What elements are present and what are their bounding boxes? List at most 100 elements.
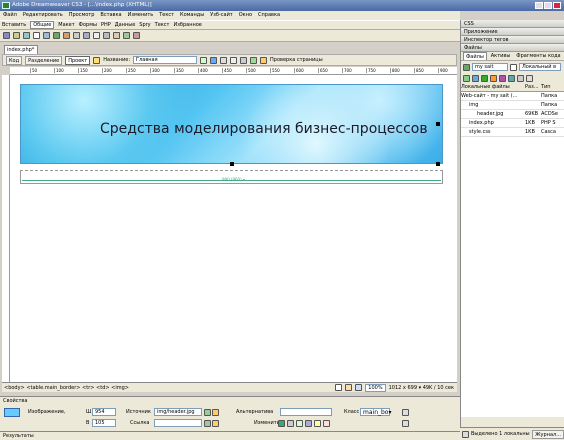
server-include-icon[interactable]	[83, 32, 90, 39]
check-page-button[interactable]: Проверка страницы	[270, 57, 323, 63]
link-point-icon[interactable]	[204, 420, 211, 427]
table-icon[interactable]	[33, 32, 40, 39]
site-dropdown-icon[interactable]	[510, 63, 517, 71]
panel-files[interactable]: Файлы	[461, 44, 564, 52]
anchor-icon[interactable]	[23, 32, 30, 39]
tab-assets[interactable]: Активы	[489, 52, 513, 60]
panel-application[interactable]: Приложение	[461, 28, 564, 36]
menu-modify[interactable]: Изменить	[128, 11, 154, 20]
tab-data[interactable]: Данные	[115, 22, 136, 28]
image-id-input[interactable]	[4, 420, 54, 428]
tab-forms[interactable]: Формы	[79, 22, 97, 28]
file-row[interactable]: index.php 1KB PHP S	[461, 119, 564, 128]
hyperlink-icon[interactable]	[3, 32, 10, 39]
col-local-files[interactable]: Локальные файлы	[461, 83, 525, 91]
menu-text[interactable]: Текст	[159, 11, 174, 20]
synchronize-icon[interactable]	[517, 74, 524, 82]
tag-chooser-icon[interactable]	[133, 32, 140, 39]
window-size-info[interactable]: 1012 x 699 ▾ 49K / 10 сек	[389, 385, 457, 391]
resize-handle-bottom[interactable]	[230, 162, 234, 166]
tag-selector[interactable]: <body> <table.main_border> <tr> <td> <im…	[4, 385, 332, 391]
zoom-tool-icon[interactable]	[355, 384, 363, 391]
link-input[interactable]	[154, 419, 202, 427]
table-width-label[interactable]: 990 (960) ▾	[222, 177, 245, 182]
script-icon[interactable]	[113, 32, 120, 39]
head-icon[interactable]	[103, 32, 110, 39]
resample-icon[interactable]	[305, 420, 312, 427]
log-button[interactable]: Журнал...	[532, 429, 564, 439]
view-options-icon[interactable]	[230, 56, 238, 64]
files-list-empty-area[interactable]	[461, 137, 564, 417]
hand-tool-icon[interactable]	[345, 384, 353, 391]
code-view-button[interactable]: Код	[6, 55, 23, 65]
help-icon[interactable]	[402, 409, 409, 416]
refresh-icon[interactable]	[220, 56, 228, 64]
menu-commands[interactable]: Команды	[180, 11, 204, 20]
source-input[interactable]: img/header.jpg	[154, 408, 202, 416]
optimize-icon[interactable]	[287, 420, 294, 427]
zoom-select[interactable]: 100%	[365, 383, 386, 392]
expand-icon[interactable]	[526, 74, 533, 82]
brightness-icon[interactable]	[314, 420, 321, 427]
tab-favorites[interactable]: Избранное	[173, 22, 201, 28]
connect-icon[interactable]	[463, 74, 470, 82]
refresh-files-icon[interactable]	[472, 74, 479, 82]
file-management-icon[interactable]	[200, 56, 208, 64]
panel-tag-inspector[interactable]: Инспектор тегов	[461, 36, 564, 44]
results-panel-header[interactable]: Результаты	[0, 431, 460, 440]
tab-layout[interactable]: Макет	[58, 22, 74, 28]
tab-common[interactable]: Общие	[30, 21, 55, 29]
design-view-button[interactable]: Проект	[65, 55, 91, 65]
check-page-icon[interactable]	[260, 56, 268, 64]
comment-icon[interactable]	[93, 32, 100, 39]
browse-folder-icon[interactable]	[212, 409, 219, 416]
file-row[interactable]: img Папка	[461, 101, 564, 110]
file-row[interactable]: Web-сайт - my sait (... Папка	[461, 92, 564, 101]
tab-text[interactable]: Текст	[155, 22, 170, 28]
menu-window[interactable]: Окно	[239, 11, 252, 20]
split-view-button[interactable]: Разделение	[25, 55, 63, 65]
site-select[interactable]: my sait	[472, 63, 508, 71]
minimize-button[interactable]	[535, 2, 543, 9]
point-to-file-icon[interactable]	[204, 409, 211, 416]
crop-icon[interactable]	[296, 420, 303, 427]
menu-help[interactable]: Справка	[258, 11, 280, 20]
date-icon[interactable]	[73, 32, 80, 39]
file-row[interactable]: style.css 1KB Casca	[461, 128, 564, 137]
width-input[interactable]: 954	[92, 408, 116, 416]
image-icon[interactable]	[53, 32, 60, 39]
edit-image-icon[interactable]	[278, 420, 285, 427]
link-folder-icon[interactable]	[212, 420, 219, 427]
menu-view[interactable]: Просмотр	[69, 11, 95, 20]
col-size[interactable]: Раз...	[525, 83, 541, 91]
menu-file[interactable]: Файл	[3, 11, 17, 20]
check-out-icon[interactable]	[499, 74, 506, 82]
height-input[interactable]: 105	[92, 419, 116, 427]
panel-css[interactable]: CSS	[461, 20, 564, 28]
menu-site[interactable]: Узб-сайт	[210, 11, 233, 20]
maximize-button[interactable]	[544, 2, 552, 9]
preview-browser-icon[interactable]	[210, 56, 218, 64]
col-type[interactable]: Тип	[541, 83, 563, 91]
view-select[interactable]: Локальный в	[519, 63, 561, 71]
live-data-icon[interactable]	[93, 56, 101, 64]
visual-aids-icon[interactable]	[240, 56, 248, 64]
properties-panel-header[interactable]: Свойства	[0, 396, 460, 404]
validate-icon[interactable]	[250, 56, 258, 64]
alt-input[interactable]	[280, 408, 332, 416]
page-title-input[interactable]: Главная	[133, 56, 198, 64]
resize-handle-right[interactable]	[436, 122, 440, 126]
template-icon[interactable]	[123, 32, 130, 39]
class-select[interactable]: main_bo▾	[360, 408, 391, 416]
resize-handle-corner[interactable]	[436, 162, 440, 166]
quick-tag-icon[interactable]	[402, 420, 409, 427]
tab-files[interactable]: Файлы	[463, 52, 487, 60]
tab-php[interactable]: PHP	[101, 22, 111, 28]
check-in-icon[interactable]	[508, 74, 515, 82]
tab-index-php[interactable]: index.php*	[4, 45, 38, 54]
sharpen-icon[interactable]	[323, 420, 330, 427]
div-icon[interactable]	[43, 32, 50, 39]
menu-edit[interactable]: Редактировать	[23, 11, 63, 20]
select-tool-icon[interactable]	[335, 384, 343, 391]
media-icon[interactable]	[63, 32, 70, 39]
